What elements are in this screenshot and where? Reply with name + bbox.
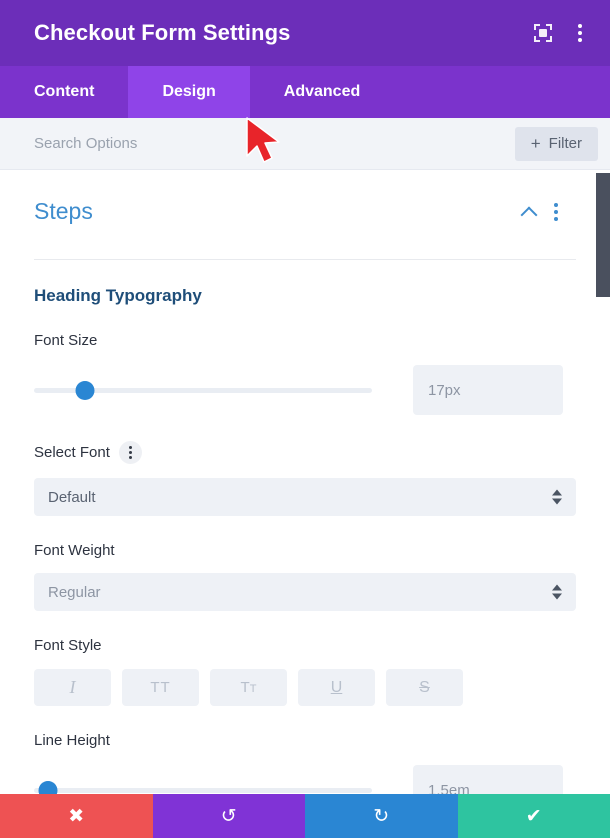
redo-button[interactable]: ↻: [305, 794, 458, 838]
chevron-up-icon[interactable]: [522, 205, 536, 219]
font-size-label: Font Size: [34, 332, 98, 349]
focus-target-icon[interactable]: [534, 24, 552, 42]
slider-thumb[interactable]: [75, 381, 95, 400]
undo-button[interactable]: ↺: [152, 794, 305, 838]
settings-panel: Checkout Form Settings Content Design Ad…: [0, 0, 610, 838]
chevron-updown-icon: [552, 584, 562, 600]
underline-icon: U: [330, 678, 343, 696]
font-weight-label: Font Weight: [34, 542, 115, 559]
font-weight-dropdown[interactable]: Regular: [34, 573, 576, 611]
font-size-value[interactable]: 17px: [413, 365, 563, 415]
uppercase-button[interactable]: TT: [122, 669, 199, 706]
select-font-value: Default: [48, 488, 96, 506]
section-header-steps: Steps: [34, 170, 576, 225]
cancel-button[interactable]: ✖: [0, 794, 153, 838]
font-style-buttons: I TT TT U S: [34, 669, 576, 706]
underline-button[interactable]: U: [298, 669, 375, 706]
tab-advanced[interactable]: Advanced: [250, 66, 394, 118]
field-font-weight: Font Weight Regular: [34, 542, 576, 611]
font-style-label: Font Style: [34, 637, 102, 654]
line-height-value[interactable]: 1.5em: [413, 765, 563, 794]
chevron-updown-icon: [552, 489, 562, 505]
search-bar: + Filter: [0, 118, 610, 170]
strikethrough-button[interactable]: S: [386, 669, 463, 706]
select-font-dropdown[interactable]: Default: [34, 478, 576, 516]
divider: [34, 259, 576, 260]
slider-thumb[interactable]: [38, 781, 58, 794]
select-font-label: Select Font: [34, 441, 576, 464]
filter-button[interactable]: + Filter: [514, 126, 598, 161]
tab-content[interactable]: Content: [0, 66, 128, 118]
tab-bar: Content Design Advanced: [0, 66, 610, 118]
tab-design[interactable]: Design: [128, 66, 250, 118]
font-size-slider[interactable]: [34, 379, 372, 401]
header-actions: [534, 22, 588, 44]
search-input[interactable]: [34, 118, 515, 169]
page-title: Checkout Form Settings: [34, 20, 291, 45]
line-height-slider-row: 1.5em: [34, 765, 576, 794]
field-select-font: Select Font Default: [34, 441, 576, 516]
action-bar: ✖ ↺ ↻ ✔: [0, 794, 610, 838]
field-font-style: Font Style I TT TT U S: [34, 637, 576, 706]
strikethrough-icon: S: [419, 678, 430, 696]
panel-header: Checkout Form Settings: [0, 0, 610, 66]
save-button[interactable]: ✔: [457, 794, 610, 838]
field-font-size: Font Size 17px: [34, 332, 576, 415]
uppercase-icon: TT: [150, 679, 171, 696]
capitalize-button[interactable]: TT: [210, 669, 287, 706]
scrollbar[interactable]: [596, 170, 610, 794]
slider-track: [34, 788, 372, 793]
italic-icon: I: [69, 677, 76, 697]
group-title-heading-typography: Heading Typography: [34, 286, 202, 305]
field-line-height: Line Height 1.5em: [34, 732, 576, 794]
filter-button-label: Filter: [548, 135, 582, 152]
capitalize-icon: TT: [240, 679, 257, 696]
options-scroll-area: Steps Heading Typography Font Size 17px: [0, 170, 610, 794]
scrollbar-thumb[interactable]: [596, 173, 610, 297]
kebab-menu-icon[interactable]: [118, 441, 142, 464]
plus-icon: +: [530, 134, 541, 153]
kebab-menu-icon[interactable]: [550, 201, 562, 223]
section-actions: [522, 201, 562, 223]
kebab-menu-icon[interactable]: [572, 22, 588, 44]
italic-button[interactable]: I: [34, 669, 111, 706]
line-height-label: Line Height: [34, 732, 110, 749]
font-weight-value: Regular: [48, 583, 101, 601]
section-title: Steps: [34, 198, 93, 224]
line-height-slider[interactable]: [34, 779, 372, 794]
font-size-slider-row: 17px: [34, 365, 576, 415]
